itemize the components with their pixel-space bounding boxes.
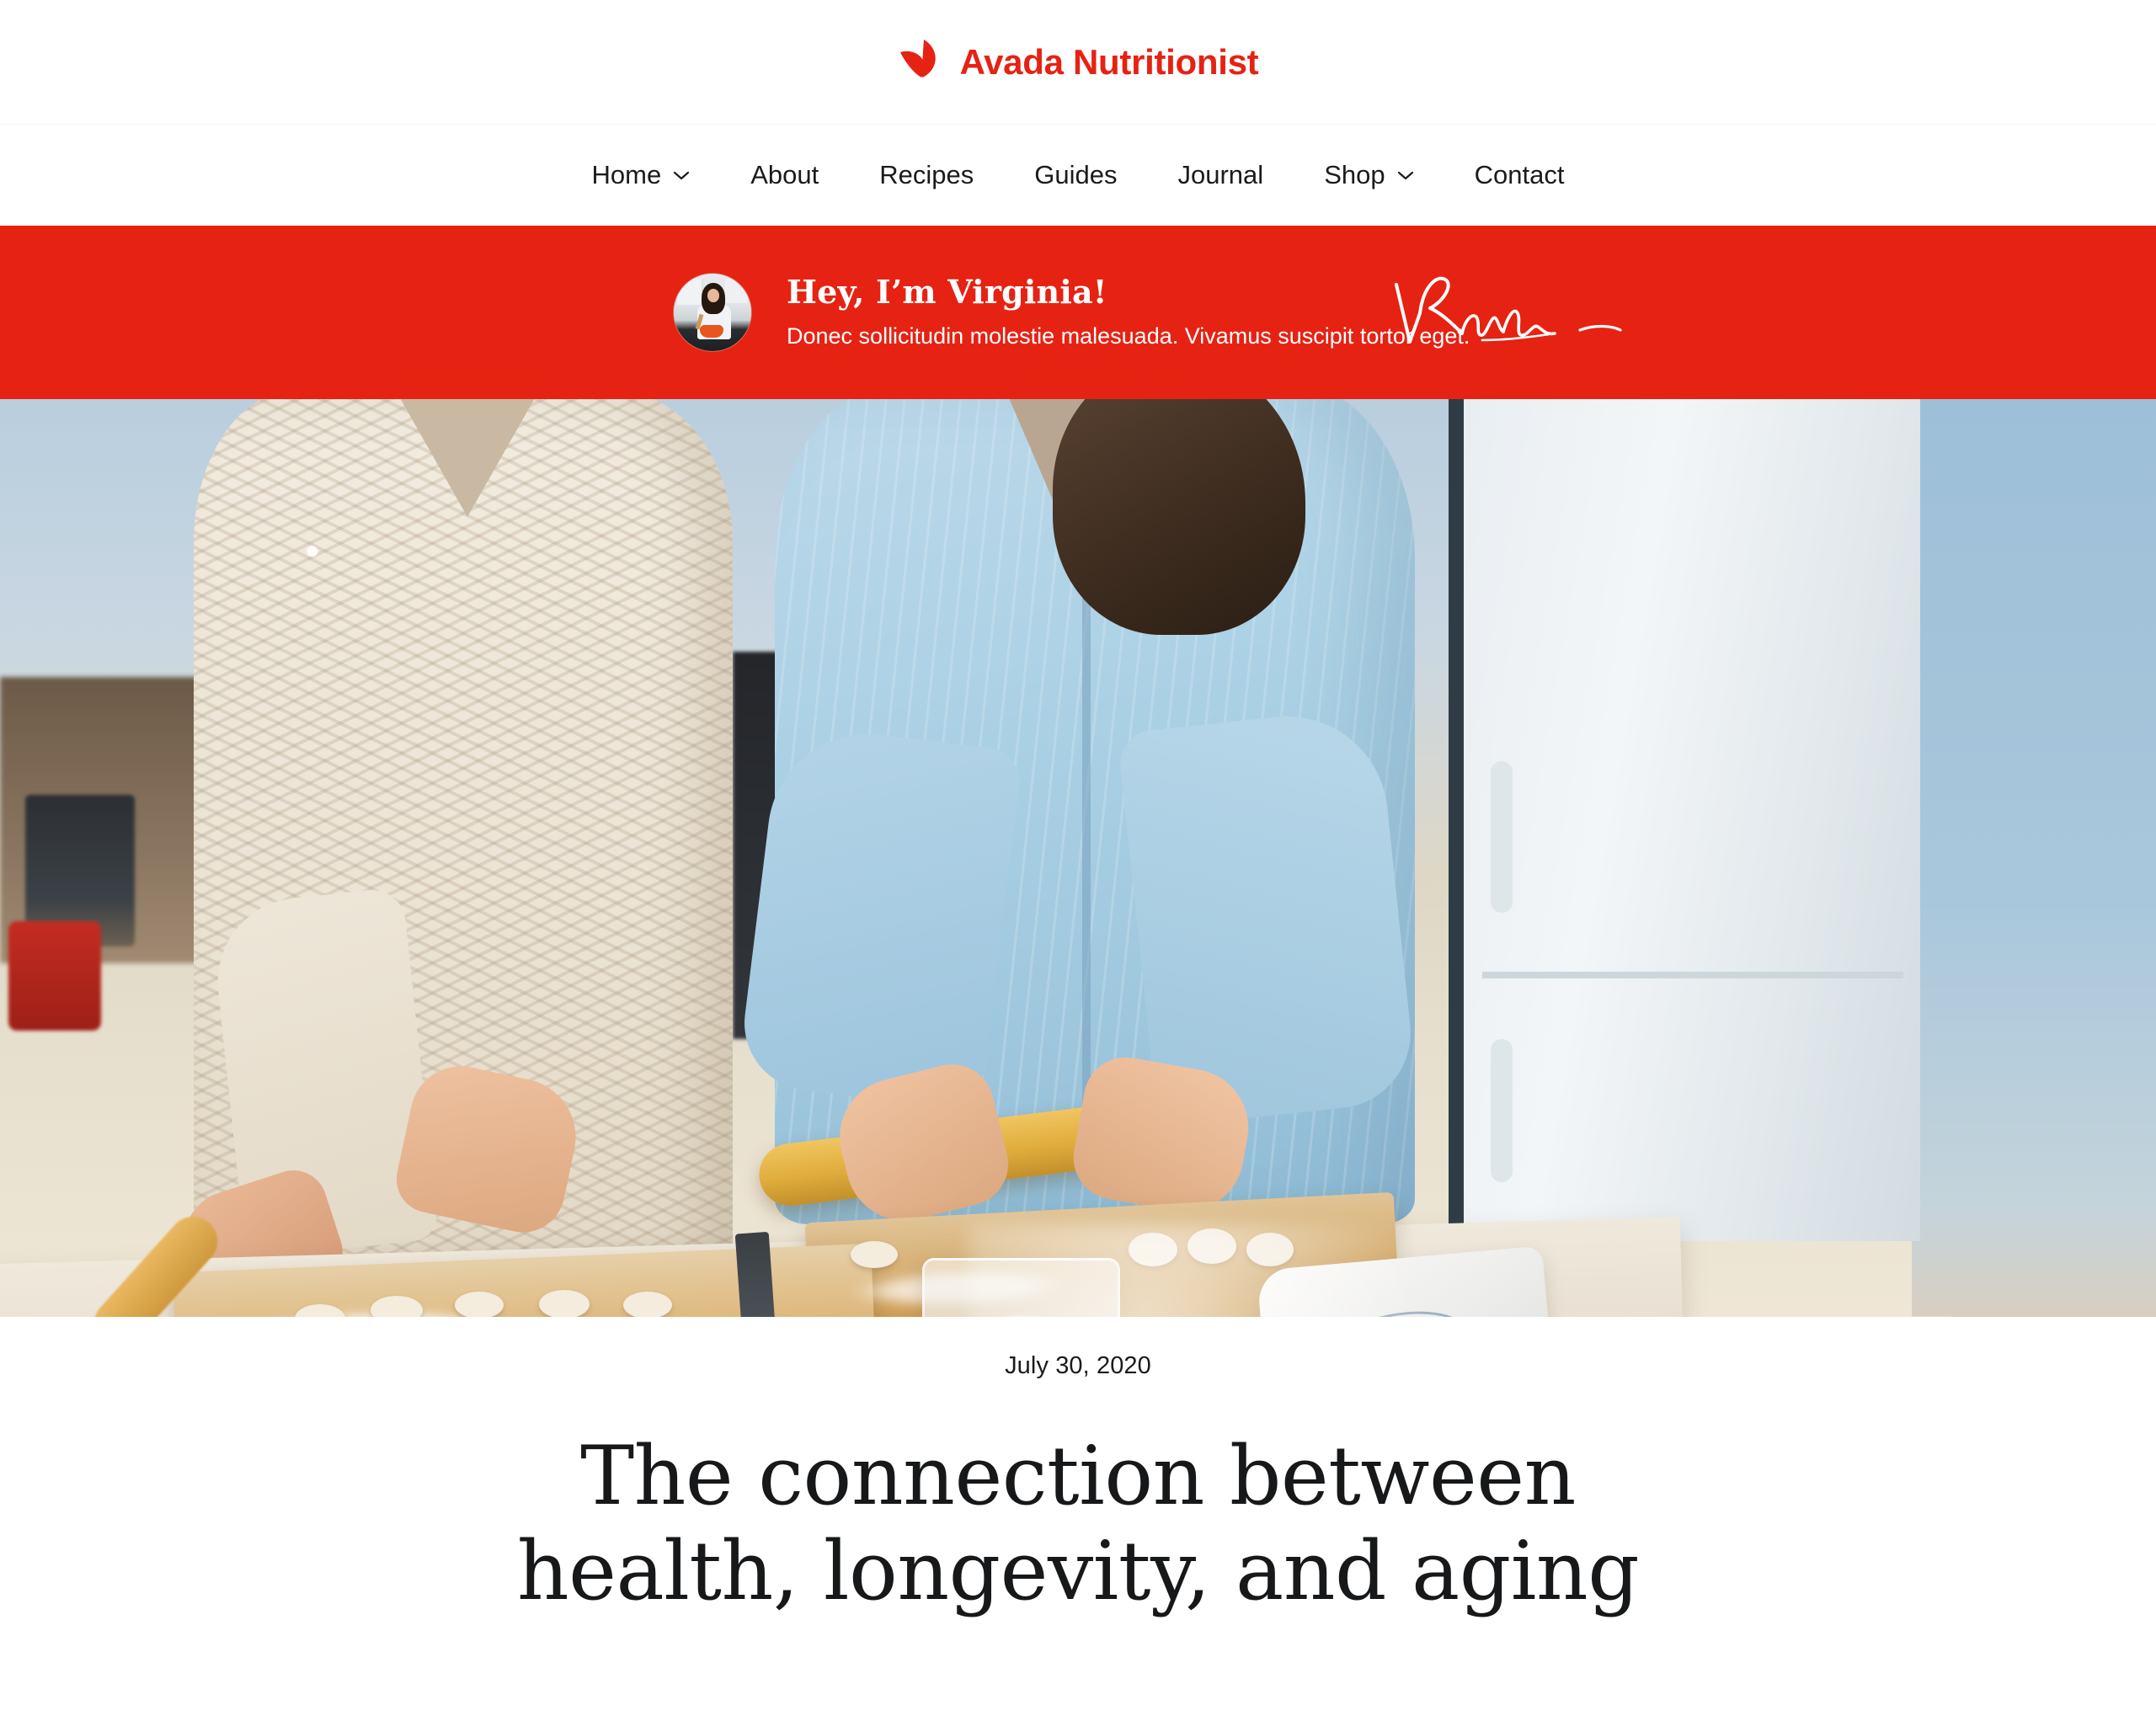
site-logo[interactable]: Avada Nutritionist [898,38,1259,87]
nav-label: Guides [1034,160,1118,189]
nav-label: About [750,160,819,189]
author-heading: Hey, I’m Virginia! [787,273,1107,312]
two-leaves-icon [898,38,945,87]
avatar [674,274,751,351]
chevron-down-icon [673,170,690,180]
post-article: July 30, 2020 The connection between hea… [0,1317,2156,1620]
nav-list: Home About Recipes Guides Journal Shop C… [562,160,1595,190]
nav-label: Contact [1474,160,1565,189]
nav-item-about[interactable]: About [720,160,849,190]
nav-item-guides[interactable]: Guides [1004,160,1147,190]
nav-item-home[interactable]: Home [562,160,721,190]
author-banner-content: Hey, I’m Virginia! Donec sollicitudin mo… [135,274,2021,351]
chevron-down-icon [1397,170,1414,180]
kitchen-scene [0,399,2156,1317]
nav-label: Home [591,160,662,189]
author-text-block: Hey, I’m Virginia! Donec sollicitudin mo… [787,274,1470,349]
site-brand-name: Avada Nutritionist [959,41,1259,82]
post-date: July 30, 2020 [1005,1352,1151,1379]
nav-item-recipes[interactable]: Recipes [849,160,1004,190]
nav-item-contact[interactable]: Contact [1444,160,1595,190]
primary-navigation: Home About Recipes Guides Journal Shop C… [0,125,2156,226]
nav-label: Shop [1324,160,1385,189]
nav-label: Journal [1177,160,1264,189]
nav-label: Recipes [879,160,974,189]
nav-item-journal[interactable]: Journal [1148,160,1294,190]
site-header: Avada Nutritionist [0,0,2156,125]
author-banner: Hey, I’m Virginia! Donec sollicitudin mo… [0,226,2156,399]
nav-item-shop[interactable]: Shop [1294,160,1444,190]
hero-image [0,399,2156,1317]
author-subtext: Donec sollicitudin molestie malesuada. V… [787,323,1470,349]
page-title: The connection between health, longevity… [516,1429,1640,1619]
